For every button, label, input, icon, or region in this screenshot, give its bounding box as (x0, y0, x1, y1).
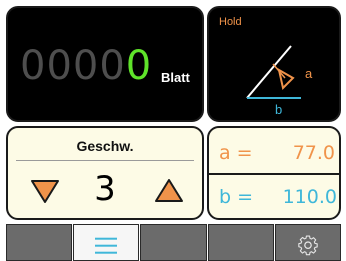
counter-leading-zeros: 0000 (20, 43, 126, 89)
speed-panel: Geschw. 3 (6, 126, 204, 220)
speed-divider (16, 160, 194, 161)
toolbar-button-menu[interactable] (73, 224, 140, 261)
counter-unit: Blatt (161, 70, 190, 85)
bottom-toolbar (6, 224, 342, 261)
toolbar-button-4[interactable] (207, 224, 274, 261)
side-b-label: b (275, 102, 283, 117)
menu-icon (95, 237, 118, 254)
triangle-up-icon[interactable] (154, 178, 184, 204)
toolbar-button-settings[interactable] (274, 224, 342, 261)
values-divider (209, 173, 339, 175)
value-a-label: a = (219, 142, 253, 164)
toolbar-button-1[interactable] (6, 224, 73, 261)
value-b-label: b = (219, 186, 254, 208)
counter-display: 00000 (20, 46, 152, 86)
toolbar-button-3[interactable] (140, 224, 207, 261)
counter-value: 0 (125, 43, 153, 89)
side-a-label: a (305, 66, 313, 81)
measurement-values-panel: a = 77.0 b = 110.0 (207, 126, 341, 220)
angle-panel[interactable]: Hold a b (207, 6, 341, 122)
gear-icon (298, 234, 318, 255)
value-a: 77.0 (292, 142, 335, 164)
value-b-row: b = 110.0 (219, 186, 337, 208)
sheet-counter-panel: 00000 Blatt (6, 6, 204, 122)
value-a-row: a = 77.0 (219, 142, 335, 164)
angle-arrow-shaft (272, 63, 286, 79)
speed-title: Geschw. (76, 138, 134, 154)
value-b: 110.0 (282, 186, 337, 208)
